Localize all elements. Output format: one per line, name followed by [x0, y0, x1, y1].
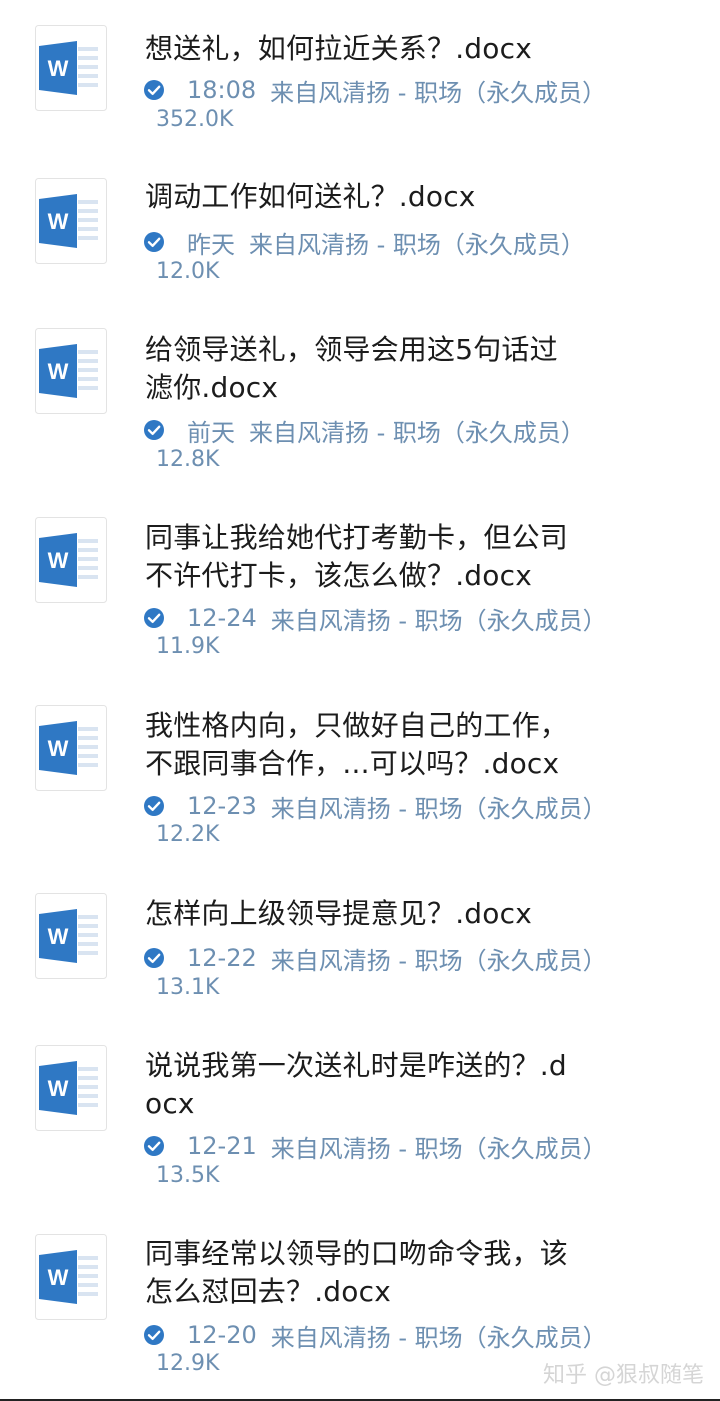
file-title-line: 我性格内向，只做好自己的工作，	[145, 709, 569, 742]
file-title[interactable]: 同事让我给她代打考勤卡，但公司 不许代打卡，该怎么做？.docx	[145, 519, 615, 595]
file-title[interactable]: 给领导送礼，领导会用这5句话过 滤你.docx	[145, 331, 615, 407]
file-title-line: 调动工作如何送礼？.docx	[145, 180, 476, 213]
file-title[interactable]: 怎样向上级领导提意见？.docx	[145, 895, 615, 933]
file-meta: 12-21 来自风清扬 - 职场（永久成员）	[143, 1129, 607, 1163]
file-item[interactable]: W 同事让我给她代打考勤卡，但公司 不许代打卡，该怎么做？.docx 12-24…	[0, 517, 720, 667]
file-item[interactable]: W 怎样向上级领导提意见？.docx 12-22 来自风清扬 - 职场（永久成员…	[0, 893, 720, 1003]
file-item[interactable]: W 我性格内向，只做好自己的工作， 不跟同事合作，...可以吗？.docx 12…	[0, 705, 720, 855]
file-size: 12.0K	[156, 259, 220, 284]
svg-text:W: W	[48, 359, 69, 384]
word-doc-icon: W	[35, 893, 107, 979]
file-time: 前天	[187, 418, 235, 447]
file-title-line: ocx	[145, 1087, 195, 1120]
file-meta: 昨天 来自风清扬 - 职场（永久成员）	[143, 225, 585, 259]
file-meta: 12-23 来自风清扬 - 职场（永久成员）	[143, 789, 607, 823]
svg-text:W: W	[48, 1265, 69, 1290]
file-source: 来自风清扬 - 职场（永久成员）	[249, 418, 585, 447]
svg-text:W: W	[48, 1076, 69, 1101]
word-doc-icon: W	[35, 178, 107, 264]
watermark: 知乎 @狠叔随笔	[543, 1363, 704, 1388]
svg-text:W: W	[48, 736, 69, 761]
file-title-line: 说说我第一次送礼时是咋送的？.d	[145, 1049, 567, 1082]
file-title[interactable]: 同事经常以领导的口吻命令我，该 怎么怼回去？.docx	[145, 1235, 615, 1311]
file-title-line: 同事经常以领导的口吻命令我，该	[145, 1237, 569, 1270]
file-source: 来自风清扬 - 职场（永久成员）	[270, 794, 607, 823]
file-meta: 12-20 来自风清扬 - 职场（永久成员）	[143, 1318, 607, 1352]
file-source: 来自风清扬 - 职场（永久成员）	[270, 606, 607, 635]
word-doc-icon: W	[35, 328, 107, 414]
word-doc-icon: W	[35, 517, 107, 603]
file-source: 来自风清扬 - 职场（永久成员）	[270, 946, 607, 975]
svg-text:W: W	[48, 924, 69, 949]
file-time: 12-24	[187, 604, 257, 632]
svg-text:W: W	[48, 548, 69, 573]
file-size: 13.1K	[156, 975, 220, 1000]
file-title-line: 滤你.docx	[145, 371, 279, 404]
file-size: 11.9K	[156, 634, 220, 659]
file-time: 12-21	[187, 1132, 257, 1160]
file-title-line: 不跟同事合作，...可以吗？.docx	[145, 747, 560, 780]
file-time: 12-22	[187, 944, 257, 972]
verified-check-icon	[143, 795, 165, 817]
file-source: 来自风清扬 - 职场（永久成员）	[270, 1134, 607, 1163]
verified-check-icon	[143, 947, 165, 969]
file-time: 12-20	[187, 1321, 257, 1349]
file-size: 12.2K	[156, 822, 220, 847]
file-meta: 12-24 来自风清扬 - 职场（永久成员）	[143, 601, 607, 635]
file-size: 13.5K	[156, 1163, 220, 1188]
file-source: 来自风清扬 - 职场（永久成员）	[270, 78, 607, 107]
file-source: 来自风清扬 - 职场（永久成员）	[270, 1323, 607, 1352]
file-meta: 18:08 来自风清扬 - 职场（永久成员）	[143, 73, 606, 107]
file-time: 12-23	[187, 792, 257, 820]
file-title-line: 给领导送礼，领导会用这5句话过	[145, 333, 558, 366]
file-title[interactable]: 调动工作如何送礼？.docx	[145, 178, 615, 216]
word-doc-icon: W	[35, 705, 107, 791]
file-item[interactable]: W 给领导送礼，领导会用这5句话过 滤你.docx 前天 来自风清扬 - 职场（…	[0, 328, 720, 478]
file-size: 12.9K	[156, 1351, 220, 1376]
verified-check-icon	[143, 607, 165, 629]
verified-check-icon	[143, 1324, 165, 1346]
verified-check-icon	[143, 419, 165, 441]
word-doc-icon: W	[35, 1234, 107, 1320]
verified-check-icon	[143, 231, 165, 253]
file-time: 18:08	[187, 76, 257, 104]
svg-text:W: W	[48, 56, 69, 81]
file-item[interactable]: W 调动工作如何送礼？.docx 昨天 来自风清扬 - 职场（永久成员） 12.…	[0, 178, 720, 288]
file-time: 昨天	[187, 230, 235, 259]
word-doc-icon: W	[35, 1045, 107, 1131]
file-size: 12.8K	[156, 447, 220, 472]
svg-text:W: W	[48, 209, 69, 234]
file-meta: 12-22 来自风清扬 - 职场（永久成员）	[143, 941, 607, 975]
file-size: 352.0K	[156, 107, 234, 132]
verified-check-icon	[143, 79, 165, 101]
file-title-line: 同事让我给她代打考勤卡，但公司	[145, 521, 569, 554]
file-meta: 前天 来自风清扬 - 职场（永久成员）	[143, 413, 585, 447]
file-title-line: 怎么怼回去？.docx	[145, 1275, 391, 1308]
file-item[interactable]: W 说说我第一次送礼时是咋送的？.d ocx 12-21 来自风清扬 - 职场（…	[0, 1045, 720, 1195]
file-source: 来自风清扬 - 职场（永久成员）	[249, 230, 585, 259]
file-title-line: 不许代打卡，该怎么做？.docx	[145, 559, 532, 592]
word-doc-icon: W	[35, 25, 107, 111]
file-title-line: 怎样向上级领导提意见？.docx	[145, 897, 532, 930]
file-title[interactable]: 想送礼，如何拉近关系？.docx	[145, 30, 615, 68]
verified-check-icon	[143, 1135, 165, 1157]
file-title[interactable]: 我性格内向，只做好自己的工作， 不跟同事合作，...可以吗？.docx	[145, 707, 615, 783]
file-title[interactable]: 说说我第一次送礼时是咋送的？.d ocx	[145, 1047, 615, 1123]
file-title-line: 想送礼，如何拉近关系？.docx	[145, 32, 532, 65]
file-item[interactable]: W 想送礼，如何拉近关系？.docx 18:08 来自风清扬 - 职场（永久成员…	[0, 25, 720, 135]
